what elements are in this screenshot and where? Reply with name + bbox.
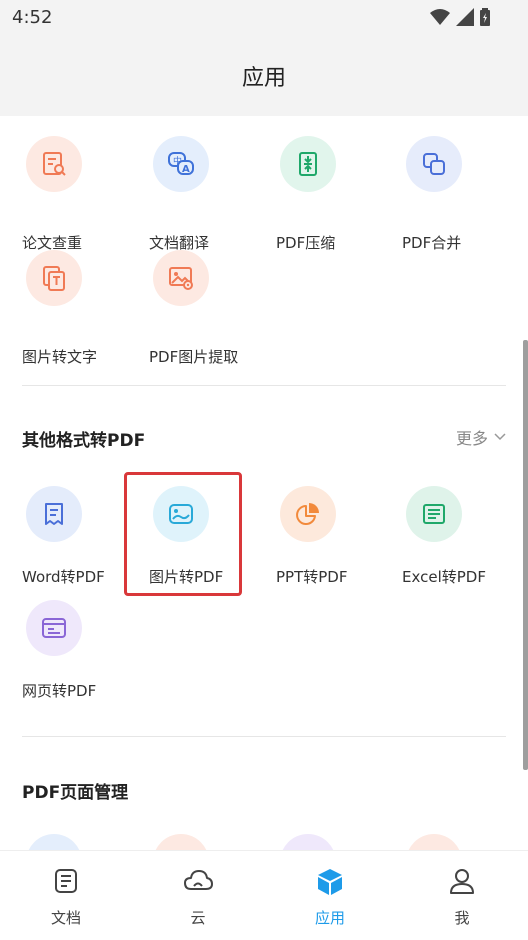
- tab-documents[interactable]: 文档: [0, 851, 132, 940]
- scrollbar[interactable]: [523, 340, 528, 770]
- page-title: 应用: [241, 66, 286, 91]
- cloud-icon: [184, 870, 213, 890]
- section-divider: [22, 736, 506, 737]
- compress-icon: [280, 136, 336, 192]
- tool-label: 网页转PDF: [22, 682, 97, 700]
- partial-tool-icon[interactable]: [280, 834, 336, 850]
- spreadsheet-icon: [406, 486, 462, 542]
- partial-tool-icon[interactable]: [406, 834, 462, 850]
- tool-label: Word转PDF: [22, 568, 105, 586]
- apps-content[interactable]: 论文查重 中A 文档翻译 PDF压缩 PDF合并 图片转文字 PDF图片提取 其…: [0, 116, 528, 850]
- section-title-convert: 其他格式转PDF: [22, 431, 146, 451]
- partial-tool-icon[interactable]: [26, 834, 82, 850]
- tab-me[interactable]: 我: [396, 851, 528, 940]
- page-header: 应用: [0, 36, 528, 116]
- status-bar: 4:52: [0, 0, 528, 36]
- svg-text:A: A: [182, 164, 190, 175]
- tool-label: 图片转文字: [22, 348, 98, 366]
- person-icon: [450, 869, 474, 894]
- tool-label: PDF合并: [402, 234, 462, 252]
- tab-label: 文档: [50, 909, 81, 927]
- cube-icon: [318, 869, 342, 895]
- document-search-icon: [26, 136, 82, 192]
- tool-label: Excel转PDF: [402, 568, 486, 586]
- signal-icon: [456, 8, 474, 26]
- tool-label: PPT转PDF: [276, 568, 348, 586]
- more-link[interactable]: 更多: [456, 425, 506, 449]
- document-icon: [55, 869, 77, 893]
- status-time: 4:52: [12, 7, 53, 28]
- bottom-tab-bar: 文档 云 应用 我: [0, 850, 528, 940]
- section-title-manage: PDF页面管理: [22, 783, 129, 803]
- chevron-down-icon: [494, 433, 506, 441]
- tab-apps[interactable]: 应用: [264, 851, 396, 940]
- merge-icon: [406, 136, 462, 192]
- tool-label: PDF图片提取: [149, 348, 239, 366]
- word-doc-icon: [26, 486, 82, 542]
- partial-tool-icon[interactable]: [153, 834, 209, 850]
- tab-label: 我: [454, 909, 470, 927]
- pie-chart-icon: [280, 486, 336, 542]
- battery-icon: [480, 8, 490, 26]
- selected-tool-highlight: [124, 472, 242, 596]
- more-label: 更多: [455, 429, 488, 448]
- image-to-text-icon: [26, 250, 82, 306]
- wifi-icon: [430, 9, 450, 25]
- tool-label: PDF压缩: [276, 234, 336, 252]
- image-extract-icon: [153, 250, 209, 306]
- tab-cloud[interactable]: 云: [132, 851, 264, 940]
- translate-icon: 中A: [153, 136, 209, 192]
- section-divider: [22, 385, 506, 386]
- tab-label: 云: [190, 909, 206, 927]
- webpage-icon: [26, 600, 82, 656]
- tab-label: 应用: [314, 909, 345, 927]
